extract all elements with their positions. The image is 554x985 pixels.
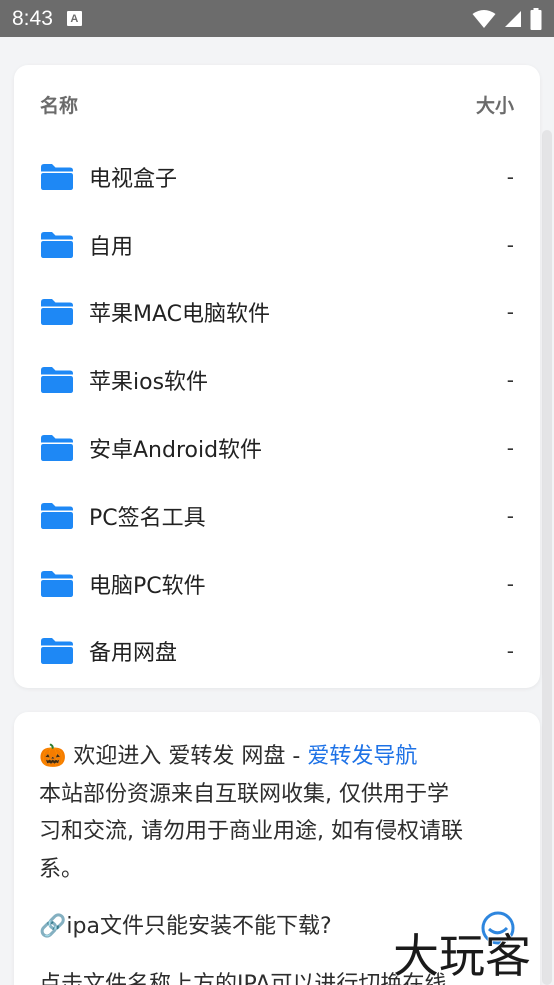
file-name[interactable]: 电脑PC软件	[89, 568, 206, 600]
column-size-header[interactable]: 大小	[476, 91, 514, 118]
welcome-text: 欢迎进入 爱转发 网盘 -	[66, 744, 308, 769]
file-name[interactable]: 安卓Android软件	[89, 432, 262, 464]
file-name[interactable]: 自用	[89, 229, 133, 261]
status-time: 8:43	[12, 6, 53, 30]
disclaimer-line-1: 本站部份资源来自互联网收集, 仅供用于学	[39, 781, 449, 807]
file-list-card: 名称 大小 电视盒子 - 自用 - 苹果MAC电脑软件 - 苹果ios软件 - …	[14, 65, 540, 688]
file-size: -	[506, 503, 514, 528]
file-size: -	[506, 300, 514, 325]
file-size: -	[506, 232, 514, 257]
file-row-6[interactable]: PC签名工具 -	[14, 482, 540, 550]
file-size: -	[506, 436, 514, 461]
folder-icon	[41, 570, 73, 597]
battery-icon	[530, 7, 542, 30]
file-row-1[interactable]: 电视盒子 -	[14, 143, 540, 211]
pumpkin-icon: 🎃	[39, 744, 67, 769]
file-name[interactable]: 苹果MAC电脑软件	[89, 296, 270, 328]
file-row-8[interactable]: 备用网盘 -	[14, 618, 540, 686]
file-row-2[interactable]: 自用 -	[14, 211, 540, 279]
file-name[interactable]: PC签名工具	[89, 500, 206, 532]
file-name[interactable]: 备用网盘	[89, 635, 177, 667]
folder-icon	[41, 367, 73, 394]
watermark-logo: 大玩客	[392, 911, 532, 984]
status-bar: 8:43 A	[0, 0, 554, 37]
folder-icon	[41, 502, 73, 529]
folder-icon	[41, 435, 73, 462]
file-row-4[interactable]: 苹果ios软件 -	[14, 346, 540, 414]
folder-icon	[41, 163, 73, 190]
scrollbar[interactable]	[542, 130, 552, 985]
file-list-header: 名称 大小	[14, 65, 540, 143]
file-row-5[interactable]: 安卓Android软件 -	[14, 414, 540, 482]
folder-icon	[41, 638, 73, 665]
wifi-icon	[472, 9, 496, 28]
file-size: -	[506, 639, 514, 664]
status-icons	[472, 7, 542, 30]
file-row-3[interactable]: 苹果MAC电脑软件 -	[14, 279, 540, 347]
folder-icon	[41, 299, 73, 326]
file-name[interactable]: 电视盒子	[89, 161, 177, 193]
file-size: -	[506, 368, 514, 393]
file-name[interactable]: 苹果ios软件	[89, 364, 208, 396]
file-size: -	[506, 571, 514, 596]
nav-link[interactable]: 爱转发导航	[307, 744, 417, 769]
disclaimer-line-3: 系。	[39, 856, 84, 882]
disclaimer-line-2: 习和交流, 请勿用于商业用途, 如有侵权请联	[39, 819, 463, 844]
file-rows: 电视盒子 - 自用 - 苹果MAC电脑软件 - 苹果ios软件 - 安卓Andr…	[14, 143, 540, 685]
cellular-icon	[505, 10, 521, 27]
notification-a-icon: A	[66, 11, 82, 26]
welcome-line: 🎃 欢迎进入 爱转发 网盘 - 爱转发导航	[39, 738, 516, 776]
file-row-7[interactable]: 电脑PC软件 -	[14, 550, 540, 618]
file-size: -	[506, 164, 514, 189]
folder-icon	[41, 231, 73, 258]
watermark-text: 大玩客	[393, 929, 531, 983]
notice-gap	[39, 888, 516, 908]
column-name-header[interactable]: 名称	[40, 91, 78, 118]
